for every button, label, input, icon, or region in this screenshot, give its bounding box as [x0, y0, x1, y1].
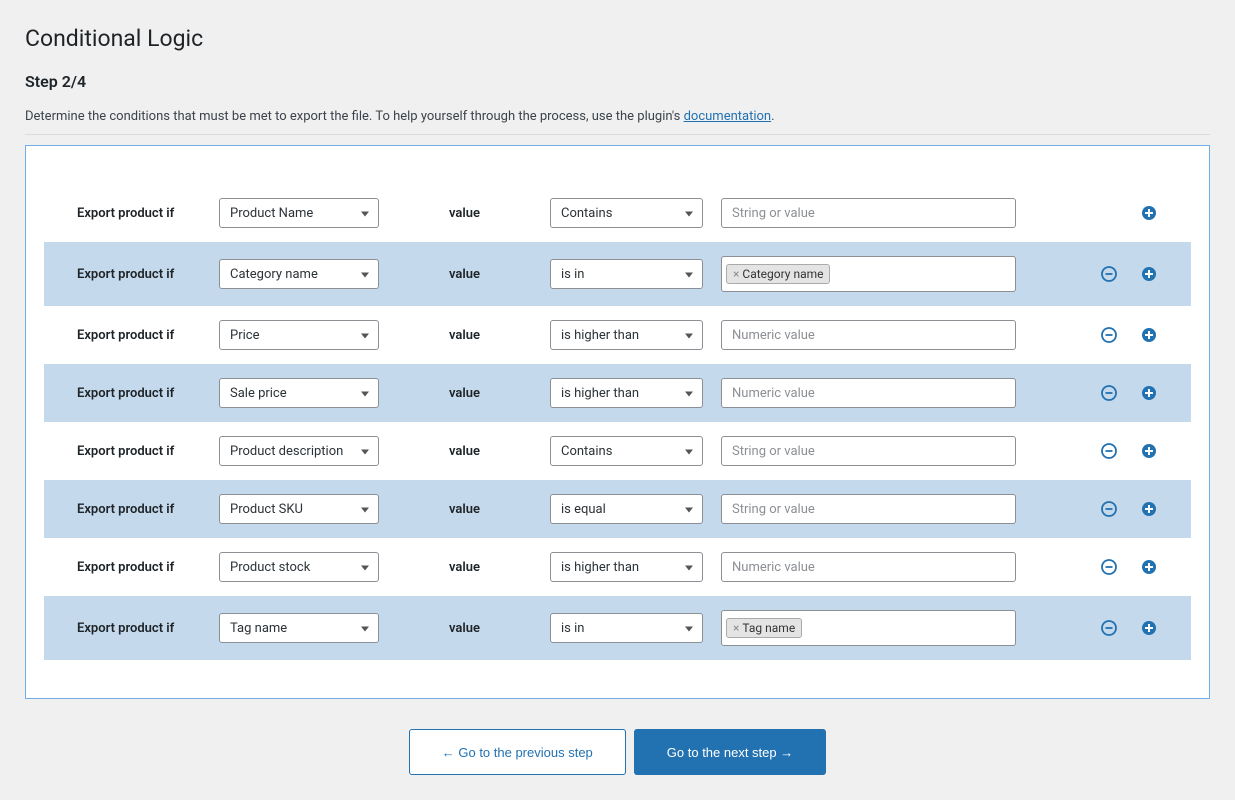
remove-tag-icon[interactable]: × — [733, 267, 739, 281]
add-condition-button[interactable] — [1140, 558, 1158, 576]
export-if-label: Export product if — [77, 502, 219, 517]
tag-chip: ×Category name — [726, 264, 830, 284]
page-description: Determine the conditions that must be me… — [25, 109, 1210, 124]
value-label: value — [379, 444, 550, 459]
minus-circle-icon — [1101, 559, 1117, 575]
operator-select[interactable]: Contains — [550, 198, 703, 228]
add-condition-button[interactable] — [1140, 384, 1158, 402]
add-condition-button[interactable] — [1140, 204, 1158, 222]
plus-circle-icon — [1141, 501, 1157, 517]
export-if-label: Export product if — [77, 328, 219, 343]
field-select[interactable]: Product stock — [219, 552, 379, 582]
export-if-label: Export product if — [77, 444, 219, 459]
value-label: value — [379, 386, 550, 401]
minus-circle-icon — [1101, 620, 1117, 636]
plus-circle-icon — [1141, 266, 1157, 282]
value-label: value — [379, 502, 550, 517]
operator-select[interactable]: is in — [550, 259, 703, 289]
value-input[interactable] — [721, 436, 1016, 466]
minus-circle-icon — [1101, 266, 1117, 282]
condition-row: Export product ifTag namevalueis in×Tag … — [44, 596, 1191, 660]
export-if-label: Export product if — [77, 206, 219, 221]
minus-circle-icon — [1101, 501, 1117, 517]
value-label: value — [379, 560, 550, 575]
field-select[interactable]: Price — [219, 320, 379, 350]
add-condition-button[interactable] — [1140, 265, 1158, 283]
field-select[interactable]: Product Name — [219, 198, 379, 228]
previous-step-button[interactable]: ← Go to the previous step — [409, 729, 626, 775]
operator-select[interactable]: is higher than — [550, 378, 703, 408]
remove-condition-button[interactable] — [1100, 558, 1118, 576]
condition-row: Export product ifPricevalueis higher tha… — [44, 306, 1191, 364]
plus-circle-icon — [1141, 385, 1157, 401]
field-select[interactable]: Product SKU — [219, 494, 379, 524]
remove-condition-button[interactable] — [1100, 326, 1118, 344]
step-label: Step 2/4 — [25, 72, 1210, 91]
plus-circle-icon — [1141, 559, 1157, 575]
remove-condition-button[interactable] — [1100, 500, 1118, 518]
export-if-label: Export product if — [77, 560, 219, 575]
field-select[interactable]: Sale price — [219, 378, 379, 408]
plus-circle-icon — [1141, 205, 1157, 221]
operator-select[interactable]: Contains — [550, 436, 703, 466]
export-if-label: Export product if — [77, 621, 219, 636]
value-input[interactable] — [721, 494, 1016, 524]
condition-row: Export product ifProduct descriptionvalu… — [44, 422, 1191, 480]
field-select[interactable]: Product description — [219, 436, 379, 466]
field-select[interactable]: Tag name — [219, 613, 379, 643]
condition-row: Export product ifCategory namevalueis in… — [44, 242, 1191, 306]
remove-condition-button[interactable] — [1100, 384, 1118, 402]
tag-label: Tag name — [742, 621, 795, 635]
minus-circle-icon — [1101, 385, 1117, 401]
minus-circle-icon — [1101, 443, 1117, 459]
remove-condition-button[interactable] — [1100, 442, 1118, 460]
footer-buttons: ← Go to the previous step Go to the next… — [25, 729, 1210, 775]
plus-circle-icon — [1141, 443, 1157, 459]
tag-chip: ×Tag name — [726, 618, 802, 638]
operator-select[interactable]: is higher than — [550, 320, 703, 350]
add-condition-button[interactable] — [1140, 619, 1158, 637]
value-input[interactable] — [721, 552, 1016, 582]
field-select[interactable]: Category name — [219, 259, 379, 289]
page-title: Conditional Logic — [25, 25, 1210, 52]
value-label: value — [379, 621, 550, 636]
value-input[interactable] — [721, 198, 1016, 228]
add-condition-button[interactable] — [1140, 326, 1158, 344]
value-input[interactable] — [721, 378, 1016, 408]
documentation-link[interactable]: documentation — [684, 109, 772, 124]
remove-tag-icon[interactable]: × — [733, 621, 739, 635]
divider — [25, 134, 1210, 135]
value-label: value — [379, 267, 550, 282]
condition-row: Export product ifSale pricevalueis highe… — [44, 364, 1191, 422]
condition-row: Export product ifProduct NamevalueContai… — [44, 184, 1191, 242]
tag-input[interactable]: ×Tag name — [721, 610, 1016, 646]
condition-row: Export product ifProduct stockvalueis hi… — [44, 538, 1191, 596]
operator-select[interactable]: is in — [550, 613, 703, 643]
remove-condition-button[interactable] — [1100, 265, 1118, 283]
operator-select[interactable]: is higher than — [550, 552, 703, 582]
conditions-panel: Export product ifProduct NamevalueContai… — [25, 145, 1210, 699]
next-step-button[interactable]: Go to the next step → — [634, 729, 826, 775]
plus-circle-icon — [1141, 327, 1157, 343]
tag-label: Category name — [742, 267, 823, 281]
value-label: value — [379, 206, 550, 221]
export-if-label: Export product if — [77, 267, 219, 282]
plus-circle-icon — [1141, 620, 1157, 636]
add-condition-button[interactable] — [1140, 442, 1158, 460]
remove-condition-button[interactable] — [1100, 619, 1118, 637]
condition-row: Export product ifProduct SKUvalueis equa… — [44, 480, 1191, 538]
value-input[interactable] — [721, 320, 1016, 350]
operator-select[interactable]: is equal — [550, 494, 703, 524]
export-if-label: Export product if — [77, 386, 219, 401]
minus-circle-icon — [1101, 327, 1117, 343]
tag-input[interactable]: ×Category name — [721, 256, 1016, 292]
value-label: value — [379, 328, 550, 343]
add-condition-button[interactable] — [1140, 500, 1158, 518]
